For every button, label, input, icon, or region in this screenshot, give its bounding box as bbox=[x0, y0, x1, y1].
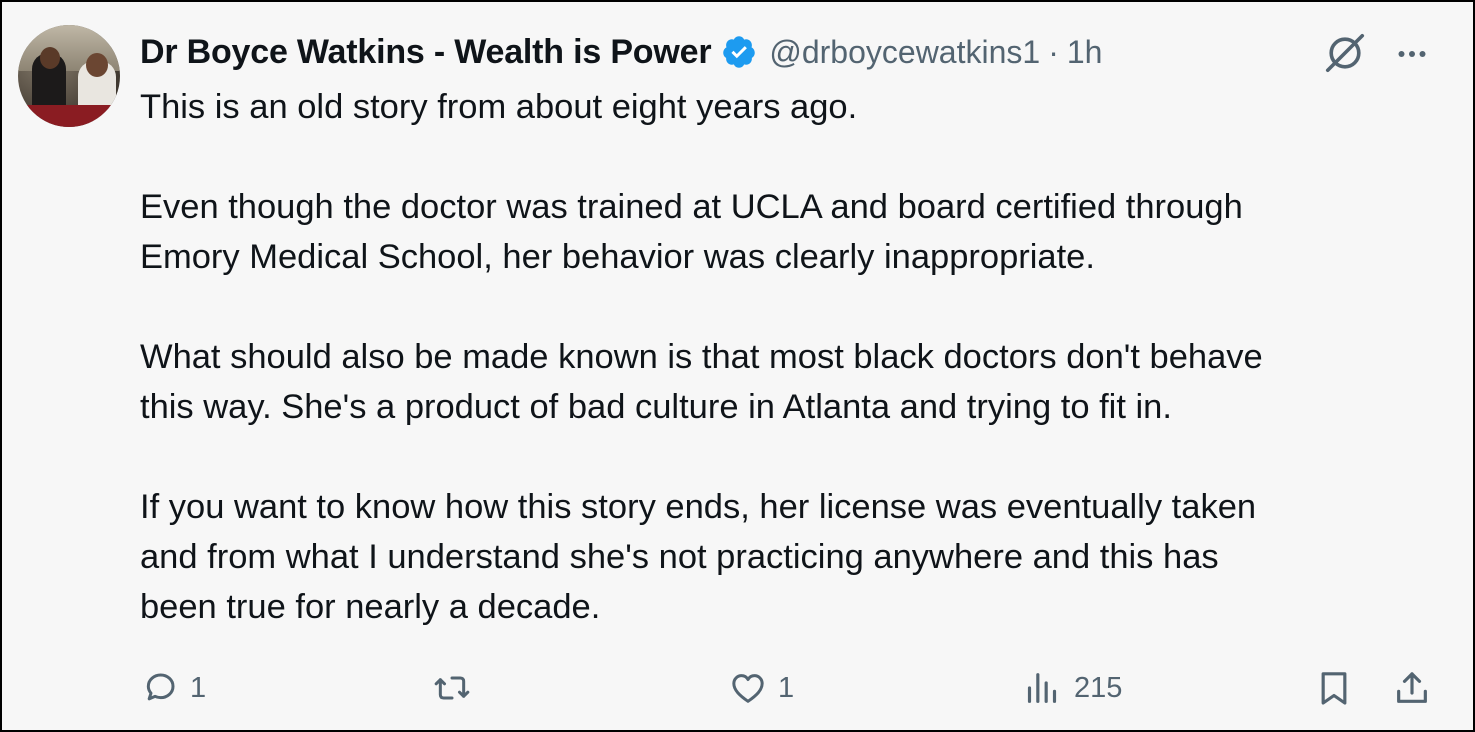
verified-badge-icon[interactable] bbox=[721, 34, 757, 70]
views-chart-icon bbox=[1027, 673, 1057, 703]
tweet-header: Dr Boyce Watkins - Wealth is Power @drbo… bbox=[140, 30, 1102, 74]
tweet-paragraph: This is an old story from about eight ye… bbox=[140, 88, 858, 126]
author-avatar[interactable] bbox=[18, 25, 120, 127]
more-dots-icon[interactable] bbox=[1394, 36, 1430, 72]
repost-button[interactable] bbox=[432, 662, 486, 714]
avatar-head-right bbox=[86, 53, 108, 77]
action-bar: 1 1 215 bbox=[140, 662, 1440, 714]
bookmark-icon bbox=[1321, 672, 1347, 705]
author-display-name[interactable]: Dr Boyce Watkins - Wealth is Power bbox=[140, 33, 712, 72]
tweet-paragraph: Even though the doctor was trained at UC… bbox=[140, 188, 1243, 276]
like-button[interactable]: 1 bbox=[728, 662, 794, 714]
share-button[interactable] bbox=[1392, 662, 1432, 714]
tweet-paragraph: If you want to know how this story ends,… bbox=[140, 488, 1257, 626]
reply-icon bbox=[146, 673, 175, 701]
avatar-table bbox=[18, 105, 120, 127]
like-count: 1 bbox=[778, 671, 795, 704]
views-count: 215 bbox=[1074, 671, 1123, 704]
share-icon bbox=[1397, 672, 1427, 703]
views-button[interactable]: 215 bbox=[1022, 662, 1122, 714]
tweet-card: Dr Boyce Watkins - Wealth is Power @drbo… bbox=[0, 0, 1475, 732]
bookmark-button[interactable] bbox=[1314, 662, 1354, 714]
author-handle[interactable]: @drboycewatkins1 bbox=[769, 34, 1040, 71]
tweet-text: This is an old story from about eight ye… bbox=[140, 82, 1440, 632]
header-separator: · bbox=[1048, 33, 1059, 70]
tweet-paragraph: What should also be made known is that m… bbox=[140, 338, 1263, 426]
reply-count: 1 bbox=[190, 671, 207, 704]
reply-button[interactable]: 1 bbox=[140, 662, 206, 714]
post-time[interactable]: 1h bbox=[1067, 34, 1103, 71]
repost-icon bbox=[434, 676, 470, 700]
heart-icon bbox=[732, 674, 764, 703]
grok-icon[interactable] bbox=[1322, 30, 1368, 76]
avatar-head-left bbox=[40, 47, 60, 69]
